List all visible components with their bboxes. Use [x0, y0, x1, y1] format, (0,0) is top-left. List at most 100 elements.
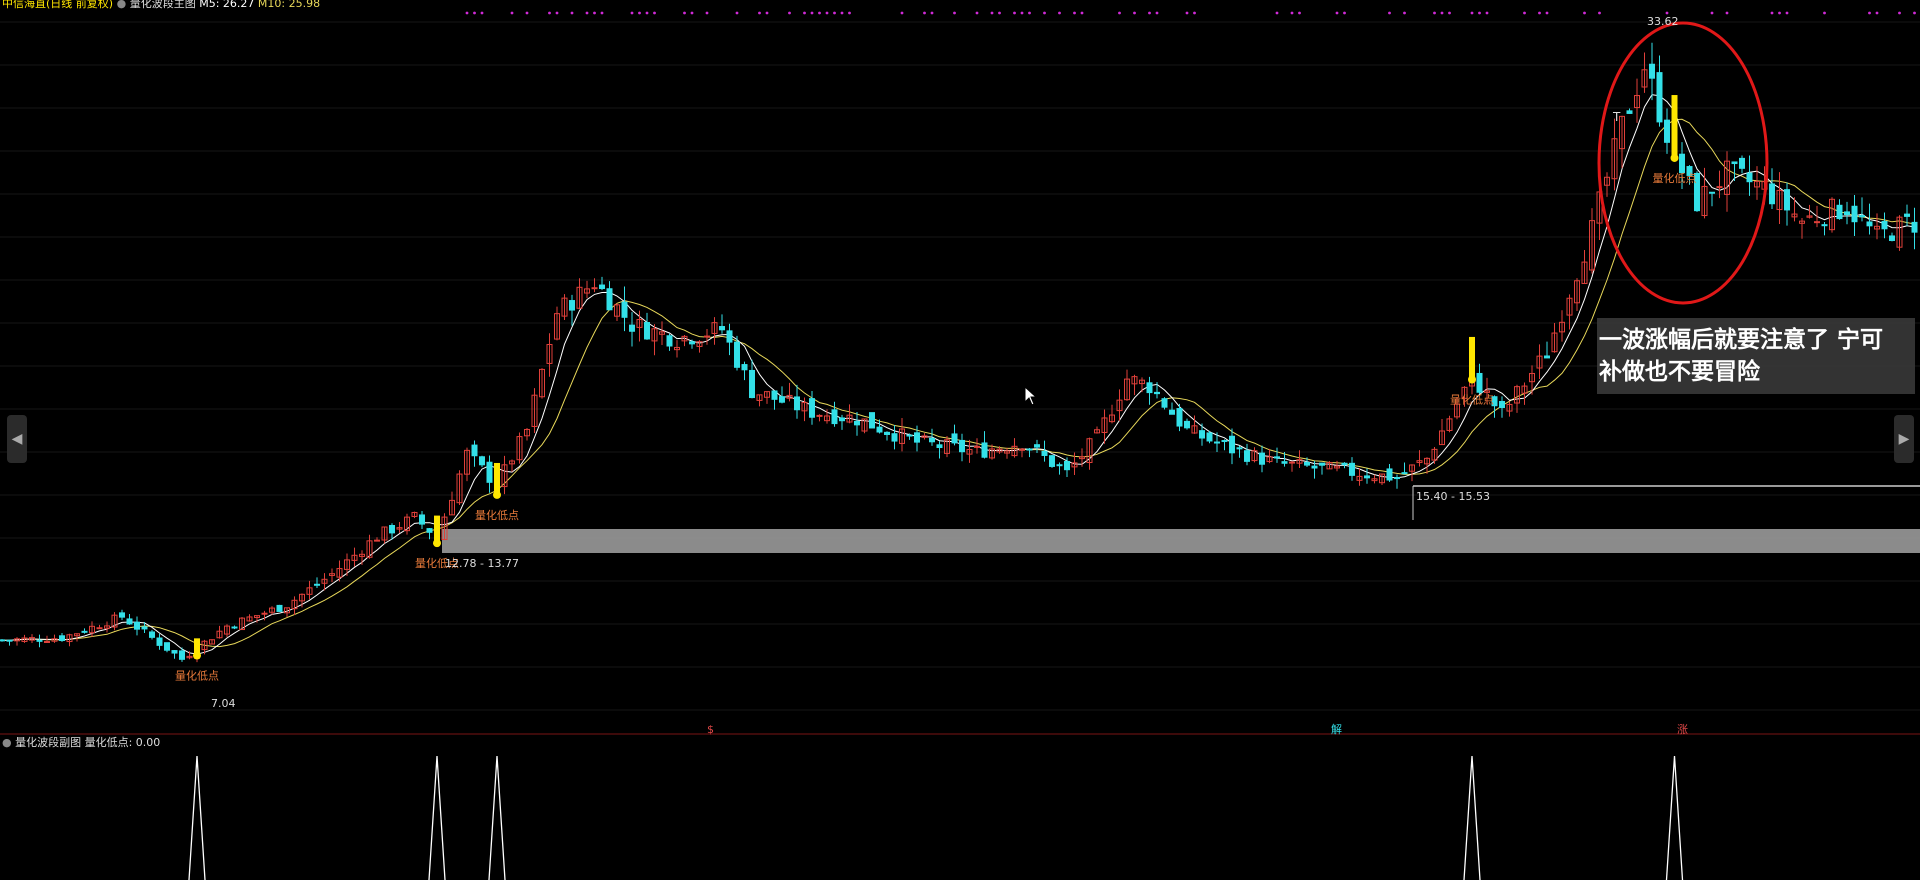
signal-dot — [825, 11, 829, 15]
sub-chart-header: ● 量化波段副图 量化低点: 0.00 — [2, 736, 160, 750]
signal-dot — [848, 11, 851, 15]
candle-body — [486, 461, 493, 483]
candle-body — [1041, 450, 1048, 456]
signal-dot — [585, 11, 589, 15]
candle-body — [644, 322, 650, 340]
candle-body — [794, 396, 800, 411]
signal-dot — [765, 11, 769, 15]
axis-marker-2: 解 — [1331, 722, 1342, 736]
signal-dot — [1343, 11, 1346, 15]
candle-body — [1349, 462, 1355, 476]
candle-body — [1844, 211, 1850, 216]
sub-indicator-name[interactable]: 量化波段副图 — [15, 736, 81, 749]
candle-body — [1049, 455, 1055, 467]
candle-body — [1176, 408, 1183, 427]
candle-body — [156, 637, 163, 646]
candle-body — [839, 417, 845, 422]
signal-dot — [510, 11, 514, 15]
indicator-main-name[interactable]: 量化波段主图 — [130, 0, 196, 10]
annotation-line-1: 一波涨幅后就要注意了 宁可 — [1599, 327, 1884, 353]
signal-dot — [810, 11, 814, 15]
candle-body — [1784, 189, 1790, 211]
mouse-cursor-icon — [1024, 385, 1038, 410]
candle-body — [666, 335, 673, 347]
high-price-label: 33.62 — [1647, 15, 1679, 28]
signal-point — [1468, 375, 1476, 384]
candle-body — [771, 390, 778, 400]
indicator-settings-icon[interactable]: ● — [117, 0, 127, 10]
candle-body — [1821, 224, 1828, 227]
signal-dot — [840, 11, 844, 15]
candle-body — [479, 456, 485, 466]
signal-dot — [683, 11, 686, 15]
candle-body — [374, 539, 380, 542]
candle-body — [869, 412, 875, 429]
candle-body — [59, 635, 65, 642]
candle-body — [1386, 468, 1393, 481]
signal-dot — [1028, 11, 1031, 15]
candle-body — [1881, 220, 1888, 230]
candle-body — [261, 612, 268, 615]
candle-body — [171, 650, 178, 654]
candle-body — [1161, 398, 1168, 408]
sub-spike — [488, 755, 506, 880]
signal-dot — [548, 11, 551, 15]
candle-body — [621, 301, 628, 318]
signal-dot — [525, 11, 529, 15]
scroll-right-button[interactable]: ▶ — [1894, 415, 1914, 463]
candle-body — [599, 284, 605, 290]
candle-body — [606, 288, 613, 311]
candle-body — [1229, 435, 1235, 454]
candle-body — [1394, 477, 1400, 480]
scroll-left-button[interactable]: ◀ — [7, 415, 27, 463]
signal-dot — [735, 11, 739, 15]
signal-dot — [555, 11, 559, 15]
candle-body — [81, 630, 88, 633]
candle-body — [419, 514, 425, 525]
ma10-value: M10: 25.98 — [257, 0, 321, 10]
signal-dot — [1485, 11, 1489, 15]
candle-body — [1859, 215, 1865, 218]
candle-body — [1311, 465, 1318, 469]
candle-body — [149, 631, 155, 638]
signal-dot — [593, 11, 596, 15]
signal-bar — [1671, 95, 1678, 158]
sub-spike — [188, 755, 206, 880]
candle-body — [884, 431, 890, 435]
candle-body — [854, 420, 860, 426]
candle-body — [704, 335, 710, 338]
candle-body — [276, 604, 283, 612]
candle-body — [426, 528, 433, 533]
signal-bar — [434, 515, 440, 544]
signal-dot — [1665, 11, 1669, 15]
signal-dot — [1298, 11, 1301, 15]
candle-body — [44, 640, 50, 643]
candle-body — [1056, 464, 1063, 467]
candle-body — [1626, 110, 1633, 114]
candle-body — [569, 300, 575, 311]
candle-body — [1851, 205, 1858, 223]
signal-dot — [818, 11, 821, 15]
sub-indicator-icon[interactable]: ● — [2, 736, 12, 749]
candle-body — [1274, 456, 1280, 459]
candle-body — [96, 627, 103, 630]
signal-dot — [638, 11, 641, 15]
signal-dot — [1058, 11, 1061, 15]
signal-dot — [473, 11, 476, 15]
signal-dot — [645, 11, 649, 15]
stock-name[interactable]: 中信海直(日线 前复权) — [2, 0, 113, 10]
candle-body — [119, 612, 125, 618]
candle-body — [314, 583, 320, 586]
candle-body — [1236, 447, 1243, 450]
candle-body — [1716, 186, 1723, 189]
candle-body — [1656, 72, 1663, 123]
signal-dot — [998, 11, 1001, 15]
signal-dot — [803, 11, 806, 15]
signal-bar — [494, 462, 500, 495]
candle-body — [1289, 461, 1295, 464]
signal-dot — [600, 11, 604, 15]
candle-body — [6, 639, 13, 642]
candle-body — [1319, 462, 1325, 466]
signal-dot — [1583, 11, 1586, 15]
t-marker: T — [1612, 110, 1621, 124]
